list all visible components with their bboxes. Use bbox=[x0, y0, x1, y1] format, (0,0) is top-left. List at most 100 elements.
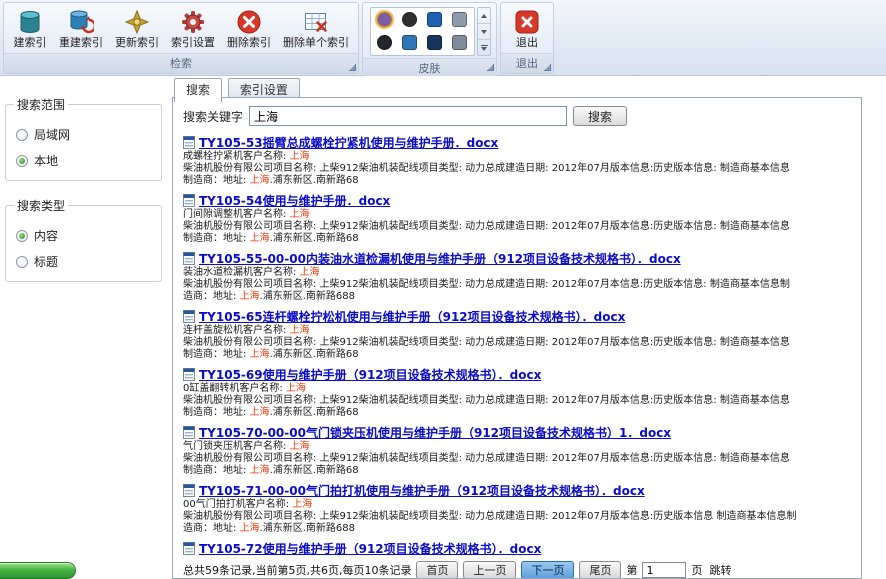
skin-swatch[interactable] bbox=[377, 35, 392, 50]
delete-index-button[interactable]: 删除索引 bbox=[221, 5, 277, 52]
keyword-highlight: 上海 bbox=[250, 349, 270, 360]
search-result: TY105-70-00-00气门锁夹压机使用与维护手册（912项目设备技术规格书… bbox=[183, 424, 853, 477]
skin-swatch[interactable] bbox=[452, 35, 467, 50]
radio-option-lan[interactable]: 局域网 bbox=[16, 126, 151, 143]
desc-text: 柴油机股份有限公司项目名称: 上柴912柴油机装配线项目类型: 动力总成建造日期… bbox=[183, 395, 790, 406]
content-radio-label: 内容 bbox=[34, 227, 58, 244]
radio-option-content[interactable]: 内容 bbox=[16, 227, 151, 244]
skin-swatch[interactable] bbox=[427, 12, 442, 27]
search-keyword-label: 搜索关键字 bbox=[183, 108, 243, 125]
result-desc-line: 造商：地址: 上海.浦东新区.南新路688 bbox=[183, 291, 853, 303]
local-radio[interactable] bbox=[16, 155, 28, 167]
skin-swatch[interactable] bbox=[377, 12, 392, 27]
delete-single-index-button[interactable]: 删除单个索引 bbox=[277, 5, 355, 52]
desc-text: 连杆盖旋松机客户名称: bbox=[183, 325, 290, 336]
desc-text: .浦东新区.南新路688 bbox=[260, 291, 355, 302]
result-title-link[interactable]: TY105-53摇臂总成螺栓拧紧机使用与维护手册．docx bbox=[199, 134, 498, 151]
word-doc-icon bbox=[183, 310, 195, 323]
page-prefix-label: 第 bbox=[626, 562, 637, 578]
radio-option-title[interactable]: 标题 bbox=[16, 253, 151, 270]
update-index-button[interactable]: 更新索引 bbox=[109, 5, 165, 52]
last-page-button[interactable]: 尾页 bbox=[579, 561, 621, 579]
dialog-launcher-icon[interactable] bbox=[487, 64, 494, 71]
pagination-summary: 总共59条记录,当前第5页,共6页,每页10条记录 bbox=[183, 562, 411, 578]
desc-text: 造商：地址: bbox=[183, 523, 240, 534]
result-desc-line: 柴油机股份有限公司项目名称: 上柴912柴油机装配线项目类型: 动力总成建造日期… bbox=[183, 337, 853, 349]
first-page-button[interactable]: 首页 bbox=[416, 561, 458, 579]
update-index-icon bbox=[124, 9, 150, 35]
desc-text: .浦东新区.南新路68 bbox=[270, 407, 359, 418]
search-options-sidebar: 搜索范围 局域网 本地 搜索类型 内容 标题 bbox=[0, 76, 170, 579]
result-title-row: TY105-69使用与维护手册（912项目设备技术规格书）．docx bbox=[183, 366, 853, 382]
search-tab-panel: 搜索关键字 搜索 TY105-53摇臂总成螺栓拧紧机使用与维护手册．docx 成… bbox=[172, 97, 862, 579]
results-list: TY105-53摇臂总成螺栓拧紧机使用与维护手册．docx 成螺栓拧紧机客户名称… bbox=[181, 134, 853, 556]
exit-button[interactable]: 退出 bbox=[504, 5, 550, 52]
index-settings-label: 索引设置 bbox=[171, 37, 215, 49]
gallery-down-icon[interactable] bbox=[478, 24, 490, 40]
search-type-groupbox: 搜索类型 内容 标题 bbox=[5, 197, 162, 282]
dialog-launcher-icon[interactable] bbox=[349, 64, 356, 71]
search-result: TY105-55-00-00内装油水道检漏机使用与维护手册（912项目设备技术规… bbox=[183, 250, 853, 303]
result-description: 气门锁夹压机客户名称: 上海柴油机股份有限公司项目名称: 上柴912柴油机装配线… bbox=[183, 441, 853, 477]
index-settings-button[interactable]: 索引设置 bbox=[165, 5, 221, 52]
desc-text: .浦东新区.南新路688 bbox=[260, 523, 355, 534]
search-button[interactable]: 搜索 bbox=[573, 106, 627, 126]
tab-search[interactable]: 搜索 bbox=[174, 78, 222, 102]
keyword-highlight: 上海 bbox=[290, 441, 310, 452]
exit-label: 退出 bbox=[516, 37, 538, 49]
local-radio-label: 本地 bbox=[34, 152, 58, 169]
result-desc-line: 成螺栓拧紧机客户名称: 上海 bbox=[183, 151, 853, 163]
result-title-link[interactable]: TY105-72使用与维护手册（912项目设备技术规格书）．docx bbox=[199, 540, 541, 557]
result-description: 装油水道检漏机客户名称: 上海柴油机股份有限公司项目名称: 上柴912柴油机装配… bbox=[183, 267, 853, 303]
keyword-highlight: 上海 bbox=[286, 383, 306, 394]
next-page-button[interactable]: 下一页 bbox=[521, 561, 574, 579]
skin-swatch[interactable] bbox=[452, 12, 467, 27]
result-desc-line: 气门锁夹压机客户名称: 上海 bbox=[183, 441, 853, 453]
ribbon-group-index: 建索引 重建索引 bbox=[3, 2, 359, 74]
word-doc-icon bbox=[183, 136, 195, 149]
result-title-link[interactable]: TY105-55-00-00内装油水道检漏机使用与维护手册（912项目设备技术规… bbox=[199, 250, 681, 267]
radio-option-local[interactable]: 本地 bbox=[16, 152, 151, 169]
gallery-up-icon[interactable] bbox=[478, 8, 490, 24]
desc-text: 成螺栓拧紧机客户名称: bbox=[183, 151, 290, 162]
new-index-button[interactable]: 建索引 bbox=[7, 5, 53, 52]
result-title-row: TY105-54使用与维护手册．docx bbox=[183, 192, 853, 208]
result-title-row: TY105-55-00-00内装油水道检漏机使用与维护手册（912项目设备技术规… bbox=[183, 250, 853, 266]
skin-swatch-grid bbox=[370, 7, 475, 56]
index-group-buttons: 建索引 重建索引 bbox=[4, 3, 358, 53]
search-result: TY105-65连杆螺栓拧松机使用与维护手册（912项目设备技术规格书）．doc… bbox=[183, 308, 853, 361]
lan-radio[interactable] bbox=[16, 129, 28, 141]
search-keyword-input[interactable] bbox=[249, 106, 567, 126]
result-title-link[interactable]: TY105-54使用与维护手册．docx bbox=[199, 192, 390, 209]
skin-swatch[interactable] bbox=[402, 12, 417, 27]
keyword-highlight: 上海 bbox=[290, 151, 310, 162]
result-title-link[interactable]: TY105-70-00-00气门锁夹压机使用与维护手册（912项目设备技术规格书… bbox=[199, 424, 671, 441]
result-title-row: TY105-53摇臂总成螺栓拧紧机使用与维护手册．docx bbox=[183, 134, 853, 150]
skin-swatch[interactable] bbox=[402, 35, 417, 50]
word-doc-icon bbox=[183, 194, 195, 207]
rebuild-index-button[interactable]: 重建索引 bbox=[53, 5, 109, 52]
result-desc-line: 装油水道检漏机客户名称: 上海 bbox=[183, 267, 853, 279]
content-radio[interactable] bbox=[16, 230, 28, 242]
gallery-more-icon[interactable] bbox=[478, 40, 490, 55]
title-radio[interactable] bbox=[16, 256, 28, 268]
prev-page-button[interactable]: 上一页 bbox=[463, 561, 516, 579]
result-description: 00气门拍打机客户名称: 上海柴油机股份有限公司项目名称: 上柴912柴油机装配… bbox=[183, 499, 853, 535]
jump-button[interactable]: 跳转 bbox=[709, 562, 731, 578]
status-indicator bbox=[0, 562, 76, 579]
word-doc-icon bbox=[183, 426, 195, 439]
skin-group-body bbox=[363, 3, 496, 58]
result-description: 0缸盖翻转机客户名称: 上海柴油机股份有限公司项目名称: 上柴912柴油机装配线… bbox=[183, 383, 853, 419]
skin-swatch[interactable] bbox=[427, 35, 442, 50]
word-doc-icon bbox=[183, 484, 195, 497]
search-scope-title: 搜索范围 bbox=[14, 96, 68, 113]
ribbon-toolbar: 建索引 重建索引 bbox=[0, 0, 886, 76]
index-settings-icon bbox=[180, 9, 206, 35]
result-title-link[interactable]: TY105-65连杆螺栓拧松机使用与维护手册（912项目设备技术规格书）．doc… bbox=[199, 308, 625, 325]
desc-text: 0缸盖翻转机客户名称: bbox=[183, 383, 286, 394]
result-title-link[interactable]: TY105-71-00-00气门拍打机使用与维护手册（912项目设备技术规格书）… bbox=[199, 482, 645, 499]
result-desc-line: 0缸盖翻转机客户名称: 上海 bbox=[183, 383, 853, 395]
page-number-input[interactable] bbox=[642, 562, 686, 578]
result-title-link[interactable]: TY105-69使用与维护手册（912项目设备技术规格书）．docx bbox=[199, 366, 541, 383]
dialog-launcher-icon[interactable] bbox=[544, 64, 551, 71]
